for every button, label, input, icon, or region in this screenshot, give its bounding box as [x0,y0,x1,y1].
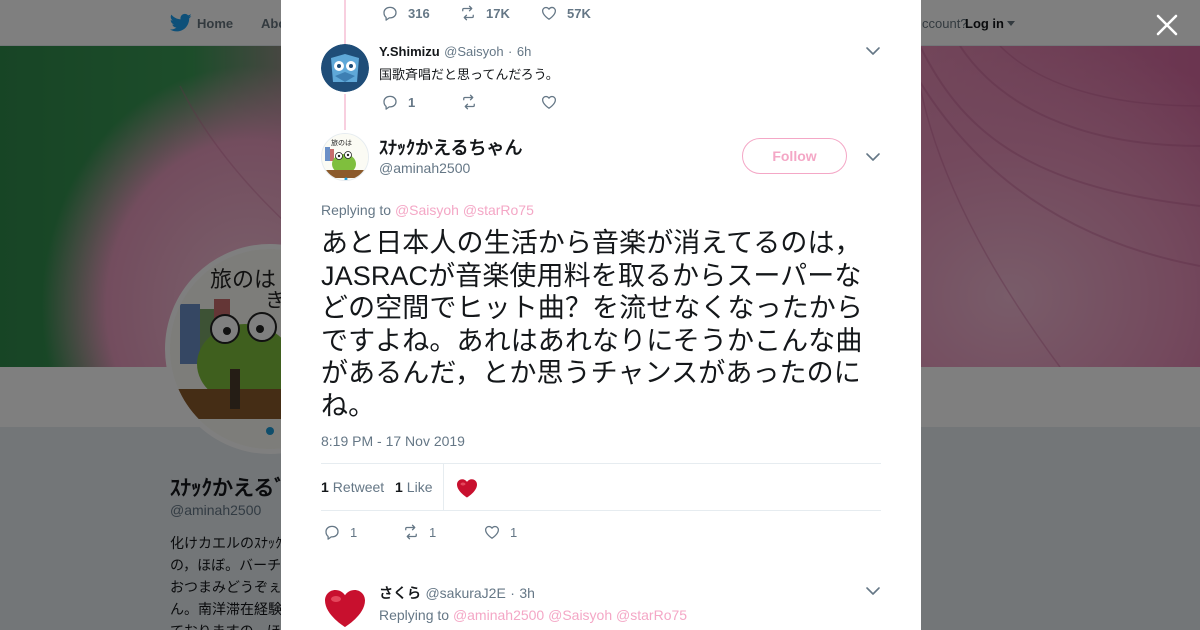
mention-link[interactable]: @aminah2500 [453,607,544,623]
chevron-down-icon[interactable] [865,149,881,165]
reply-action[interactable]: 1 [323,522,357,542]
tweet-header: Y.Shimizu @Saisyoh · 6h [379,43,531,61]
avatar[interactable] [321,44,369,92]
divider [443,464,444,511]
tweet-author-handle[interactable]: @aminah2500 [379,160,470,176]
like-icon [541,6,557,20]
tweet-stats: 1 Retweet 1 Like [321,463,881,511]
close-icon[interactable] [1154,12,1180,38]
mention-link[interactable]: @starRo75 [463,202,534,218]
like-action[interactable]: 57K [540,3,591,23]
like-stat-count: 1 [395,479,403,495]
chevron-down-icon[interactable] [865,43,881,59]
replying-to-label: Replying to [379,607,450,623]
reply-action[interactable]: 1 [381,92,415,112]
retweet-icon [463,94,475,110]
reply-tweet-actions: 1 [381,92,701,112]
svg-text:旅のは: 旅のは [331,138,352,147]
retweet-count: 17K [486,5,510,21]
retweet-action[interactable]: 17K [459,3,510,23]
thread-connector [344,0,346,44]
tweet-time[interactable]: 3h [519,585,535,601]
like-count: 57K [567,5,591,21]
reply-icon [325,525,339,540]
reply-icon [383,6,397,21]
like-count: 1 [510,524,518,540]
reply-icon [383,95,397,110]
mention-link[interactable]: @Saisyoh [548,607,612,623]
previous-tweet-actions: 316 17K 57K [381,3,701,23]
like-icon [484,525,500,539]
like-stat[interactable]: 1 Like [395,479,432,495]
avatar[interactable] [321,583,369,630]
retweet-action[interactable]: 1 [402,522,436,542]
tweet-author-name[interactable]: Y.Shimizu [379,44,440,59]
tweet-text: あと日本人の生活から音楽が消えてるのは，JASRACが音楽使用料を取るからスーパ… [321,228,863,421]
replying-to: Replying to @aminah2500 @Saisyoh @starRo… [379,607,687,623]
reply-count: 1 [350,524,358,540]
avatar[interactable]: 旅のは [321,133,369,181]
retweet-stat[interactable]: 1 Retweet [321,479,384,495]
like-action[interactable] [540,92,558,112]
tweet-permalink-modal: 316 17K 57K Y.Shimizu @Saisyoh · 6h 国歌斉唱… [281,0,921,630]
retweet-action[interactable] [460,92,478,112]
tweet-author-name[interactable]: ｽﾅｯｸかえるちゃん [379,134,522,160]
like-icon [541,95,557,109]
tweet-timestamp[interactable]: 8:19 PM - 17 Nov 2019 [321,433,465,449]
like-action[interactable]: 1 [483,522,517,542]
reply-count: 316 [408,5,430,21]
separator-dot: · [508,44,513,59]
main-tweet-actions: 1 1 1 [323,522,643,542]
tweet-author-name[interactable]: さくら [379,585,421,601]
mention-link[interactable]: @Saisyoh [395,202,459,218]
reply-action[interactable]: 316 [381,3,430,23]
tweet-author-handle[interactable]: @sakuraJ2E [425,585,505,601]
reply-count: 1 [408,94,416,110]
replying-to-label: Replying to [321,202,392,218]
replying-to: Replying to @Saisyoh @starRo75 [321,202,534,218]
chevron-down-icon[interactable] [865,583,881,599]
retweet-icon [405,524,417,540]
mention-link[interactable]: @starRo75 [616,607,687,623]
tweet-author-handle[interactable]: @Saisyoh [444,44,503,59]
like-stat-label: Like [406,479,433,495]
separator-dot: · [510,585,515,601]
follow-button[interactable]: Follow [742,138,847,174]
tweet-time[interactable]: 6h [517,44,531,59]
retweet-count: 1 [429,524,437,540]
retweet-icon [462,5,474,21]
tweet-header: さくら @sakuraJ2E · 3h [379,583,535,603]
thread-connector [344,94,346,130]
heart-avatar-icon[interactable] [455,476,479,500]
retweet-stat-count: 1 [321,479,329,495]
tweet-text: 国歌斉唱だと思ってんだろう。 [379,67,559,82]
retweet-stat-label: Retweet [332,479,385,495]
